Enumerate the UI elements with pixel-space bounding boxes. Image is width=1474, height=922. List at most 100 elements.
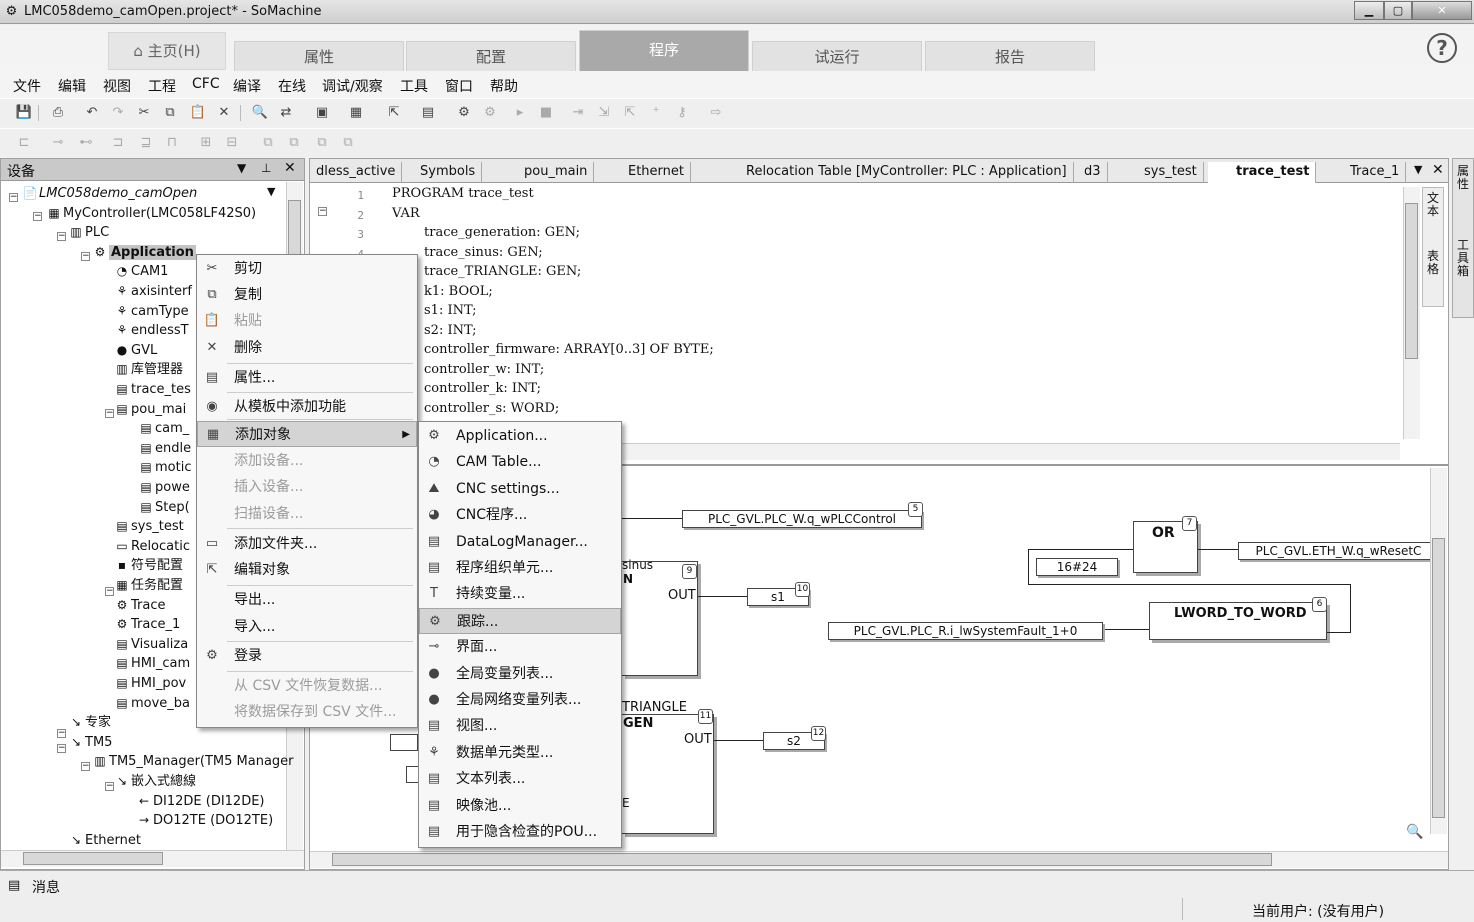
- menu-build[interactable]: 编译: [233, 76, 261, 96]
- doctab[interactable]: dless_active: [310, 162, 403, 183]
- tree-item-ethernet-node[interactable]: ↘ Ethernet: [67, 831, 141, 850]
- tree-item-action-node[interactable]: ▤ motic: [137, 458, 191, 477]
- tree-item-tm5-manager-node[interactable]: ▥ TM5_Manager(TM5 Manager: [91, 752, 293, 771]
- scroll-thumb[interactable]: [23, 852, 163, 865]
- submenu-item[interactable]: ▤ 程序组织单元...: [419, 555, 621, 581]
- menu-window[interactable]: 窗口: [445, 76, 473, 96]
- scroll-thumb[interactable]: [1432, 538, 1445, 818]
- doctab-pou-main[interactable]: pou_main: [500, 162, 595, 183]
- write-icon[interactable]: ⇨: [706, 104, 726, 122]
- code-line[interactable]: controller_k: INT;: [424, 381, 541, 396]
- code-line[interactable]: controller_w: INT;: [424, 362, 544, 377]
- step-over-icon[interactable]: ⇥: [568, 104, 588, 122]
- table-view-tab[interactable]: 表格: [1426, 250, 1440, 276]
- doctab-relocation[interactable]: Relocation Table [MyController: PLC : Ap…: [696, 162, 1074, 183]
- tree-expander[interactable]: −: [57, 744, 66, 753]
- tree-item-dut-node[interactable]: ⚘ endlessT: [113, 321, 189, 340]
- stop-icon[interactable]: ■: [536, 104, 556, 122]
- tab-properties[interactable]: 属性: [234, 41, 404, 71]
- doctab-d3[interactable]: d3: [1056, 162, 1108, 183]
- context-menu-item[interactable]: ◉ 从模板中添加功能: [197, 394, 417, 420]
- close-icon[interactable]: ✕: [284, 160, 296, 176]
- code-line[interactable]: controller_firmware: ARRAY[0..3] OF BYTE…: [424, 342, 714, 357]
- tree-item-trace-node[interactable]: ⚙ Trace_1: [113, 615, 181, 634]
- cfc-order-icon[interactable]: ⊞: [196, 134, 216, 152]
- tab-report[interactable]: 报告: [925, 41, 1095, 71]
- context-menu-item[interactable]: 添加设备...: [197, 448, 417, 474]
- code-line[interactable]: trace_sinus: GEN;: [424, 245, 543, 260]
- maximize-button[interactable]: ▢: [1384, 1, 1412, 20]
- code-vscrollbar[interactable]: [1403, 187, 1420, 439]
- menu-online[interactable]: 在线: [278, 76, 306, 96]
- step-out-icon[interactable]: ⇱: [620, 104, 640, 122]
- cfc-comment-icon[interactable]: ⊓: [162, 134, 182, 152]
- help-icon[interactable]: ?: [1427, 33, 1457, 63]
- collapse-icon[interactable]: −: [318, 207, 327, 216]
- code-line[interactable]: VAR: [392, 206, 420, 221]
- tree-expander[interactable]: −: [105, 587, 114, 596]
- doctab-ethernet[interactable]: Ethernet: [602, 162, 691, 183]
- minimize-button[interactable]: ▁: [1354, 1, 1384, 20]
- doctab-sys-test[interactable]: sys_test: [1116, 162, 1204, 183]
- zoom-icon[interactable]: 🔍: [1406, 824, 1426, 844]
- login-icon[interactable]: ⚙: [454, 104, 474, 122]
- output-wPLCControl[interactable]: PLC_GVL.PLC_W.q_wPLCControl: [682, 510, 922, 528]
- input-lwSystemFault[interactable]: PLC_GVL.PLC_R.i_lwSystemFault_1+0: [828, 622, 1103, 640]
- close-icon[interactable]: ✕: [1432, 162, 1444, 178]
- delete-icon[interactable]: ✕: [214, 104, 234, 122]
- tree-item-plc-node[interactable]: ▥ PLC: [67, 223, 109, 242]
- graph-hscrollbar[interactable]: [310, 851, 1448, 868]
- tree-expander[interactable]: −: [105, 782, 114, 791]
- tree-expander[interactable]: −: [9, 193, 18, 202]
- home-tab[interactable]: ⌂ 主页(H): [108, 32, 226, 70]
- output-wResetC[interactable]: PLC_GVL.ETH_W.q_wResetC: [1238, 542, 1438, 560]
- submenu-item[interactable]: ● 全局变量列表...: [419, 661, 621, 687]
- context-menu-item[interactable]: ✕ 删除: [197, 335, 417, 361]
- tree-expander[interactable]: −: [33, 212, 42, 221]
- cfc-jump-icon[interactable]: ⊷: [76, 134, 96, 152]
- doctab-trace-test[interactable]: trace_test: [1208, 162, 1317, 183]
- tree-item-visu-node[interactable]: ▤ Visualiza: [113, 635, 188, 654]
- tree-item-pou-node[interactable]: ▤ trace_tes: [113, 380, 191, 399]
- tree-expander[interactable]: −: [57, 232, 66, 241]
- tree-item-visu-node[interactable]: ▤ HMI_cam: [113, 654, 190, 673]
- cfc-connect-icon[interactable]: ⊟: [222, 134, 242, 152]
- doctab-trace-1[interactable]: Trace_1: [1318, 162, 1407, 183]
- submenu-item[interactable]: ▤ DataLogManager...: [419, 529, 621, 555]
- context-menu-item[interactable]: 导出...: [197, 587, 417, 613]
- scroll-thumb[interactable]: [1405, 203, 1418, 359]
- tree-expander[interactable]: −: [81, 252, 90, 261]
- tree-expander[interactable]: −: [105, 409, 114, 418]
- cfc-box-icon[interactable]: ⊐: [108, 134, 128, 152]
- undo-icon[interactable]: ↶: [82, 104, 102, 122]
- tree-item-library-node[interactable]: ▥ 库管理器: [113, 360, 183, 379]
- context-menu-item[interactable]: 📋 粘贴: [197, 308, 417, 334]
- tree-item-input-module-node[interactable]: ← DI12DE (DI12DE): [135, 792, 265, 811]
- cfc-back-icon[interactable]: ⧉: [338, 134, 358, 152]
- close-button[interactable]: ✕: [1412, 1, 1472, 20]
- code-line[interactable]: trace_TRIANGLE: GEN;: [424, 264, 581, 279]
- messages-icon[interactable]: ▤: [8, 878, 20, 893]
- graph-vscrollbar[interactable]: [1430, 468, 1447, 834]
- context-menu-item[interactable]: ✂ 剪切: [197, 256, 417, 282]
- context-menu-item[interactable]: 将数据保存到 CSV 文件...: [197, 699, 417, 725]
- tree-item-visu-node[interactable]: ▤ HMI_pov: [113, 674, 186, 693]
- tree-item-pou-node[interactable]: ▤ sys_test: [113, 517, 183, 536]
- submenu-item[interactable]: ⛰ CNC settings...: [419, 476, 621, 502]
- doctab-symbols[interactable]: Symbols: [396, 162, 483, 183]
- pin-icon[interactable]: ⊥: [261, 161, 271, 175]
- tree-item-output-module-node[interactable]: → DO12TE (DO12TE): [135, 811, 273, 830]
- force-icon[interactable]: ⚷: [672, 104, 692, 122]
- cfc-return-icon[interactable]: ⊒: [136, 134, 156, 152]
- tree-item-symbol-node[interactable]: ▪ 符号配置: [113, 556, 183, 575]
- context-menu-item[interactable]: 插入设备...: [197, 474, 417, 500]
- menu-view[interactable]: 视图: [103, 76, 131, 96]
- scroll-thumb[interactable]: [332, 853, 1272, 866]
- tree-item-bus-node[interactable]: ↘ 嵌入式總線: [113, 772, 196, 791]
- text-view-tab[interactable]: 文本: [1426, 192, 1440, 218]
- tree-item-action-node[interactable]: ▤ powe: [137, 478, 190, 497]
- tree-item-action-node[interactable]: ▤ cam_: [137, 419, 189, 438]
- constant-16-24[interactable]: 16#24: [1036, 558, 1118, 576]
- tree-item-step-node[interactable]: ▤ Step(: [137, 498, 189, 517]
- tab-program[interactable]: 程序: [579, 30, 749, 71]
